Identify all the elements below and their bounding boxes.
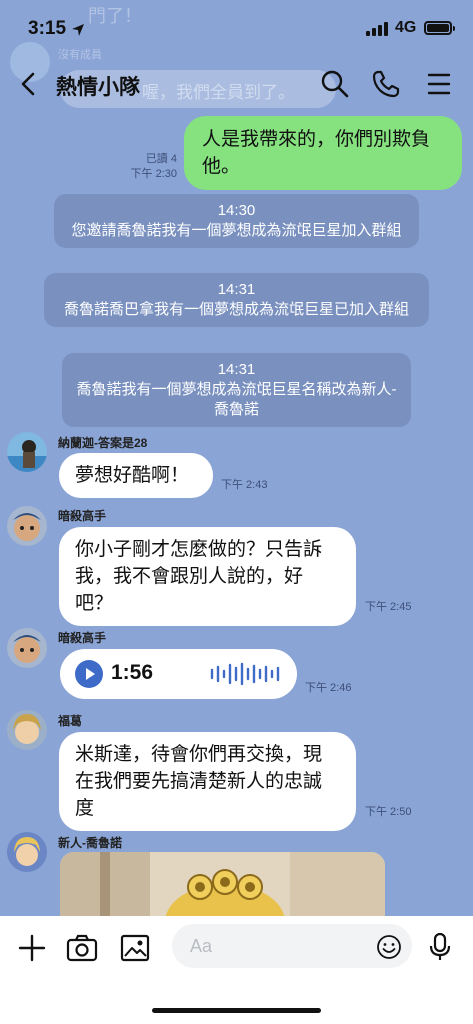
- image-message[interactable]: [60, 852, 385, 922]
- message-time: 下午 2:30: [130, 168, 177, 180]
- chat-title[interactable]: 熱情小隊: [56, 71, 140, 101]
- sender-name: 福葛: [58, 714, 83, 728]
- sender-name: 納蘭迦-答案是28: [58, 436, 148, 450]
- signal-icon: [366, 22, 388, 36]
- emoji-icon[interactable]: [376, 934, 402, 960]
- play-icon[interactable]: [75, 660, 103, 688]
- waveform-icon: [210, 662, 280, 686]
- search-icon[interactable]: [319, 68, 351, 100]
- read-receipt: 已讀 4: [145, 153, 177, 165]
- status-time: 3:15: [28, 18, 67, 39]
- battery-icon: [424, 21, 455, 35]
- system-message-time: 14:31: [217, 361, 256, 378]
- plus-icon[interactable]: [17, 933, 47, 963]
- input-bar: [0, 916, 473, 1024]
- message-time: 下午 2:43: [221, 479, 268, 491]
- avatar[interactable]: [7, 506, 47, 546]
- avatar[interactable]: [7, 628, 47, 668]
- sender-name: 暗殺高手: [58, 509, 107, 523]
- location-arrow-icon: [72, 24, 84, 36]
- sender-name: 暗殺高手: [58, 631, 107, 645]
- voice-duration: 1:56: [111, 661, 154, 684]
- mic-icon[interactable]: [428, 932, 452, 962]
- avatar[interactable]: [7, 432, 47, 472]
- home-indicator: [152, 1008, 321, 1013]
- message-bubble[interactable]: 夢想好酷啊！: [59, 453, 213, 498]
- message-time: 下午 2:46: [305, 682, 352, 694]
- phone-icon[interactable]: [370, 68, 402, 100]
- message-meta: 已讀 4 下午 2:30: [100, 152, 177, 182]
- message-time: 下午 2:45: [365, 601, 412, 613]
- image-icon[interactable]: [120, 933, 150, 963]
- network-label: 4G: [395, 19, 417, 36]
- message-text: 夢想好酷啊！: [75, 465, 190, 486]
- system-message-text: 您邀請喬魯諾我有一個夢想成為流氓巨星加入群組: [71, 222, 402, 239]
- message-time: 下午 2:50: [365, 806, 412, 818]
- avatar[interactable]: [7, 832, 47, 872]
- menu-icon[interactable]: [423, 68, 455, 100]
- chat-header: 熱情小隊: [0, 58, 473, 110]
- back-arrow-icon[interactable]: [14, 68, 44, 100]
- system-message-text: 喬魯諾喬巴拿我有一個夢想成為流氓巨星已加入群組: [63, 301, 409, 318]
- message-text: 米斯達，待會你們再交換，現在我們要先搞清楚新人的忠誠度: [75, 744, 323, 819]
- faded-message-text: 門了！: [88, 6, 142, 26]
- message-bubble[interactable]: 米斯達，待會你們再交換，現在我們要先搞清楚新人的忠誠度: [59, 732, 356, 831]
- system-message: 14:31 喬魯諾喬巴拿我有一個夢想成為流氓巨星已加入群組: [44, 273, 429, 327]
- system-message: 14:31 喬魯諾我有一個夢想成為流氓巨星名稱改為新人-喬魯諾: [62, 353, 411, 427]
- sender-name: 新人-喬魯諾: [58, 836, 122, 850]
- system-message-time: 14:31: [217, 281, 256, 298]
- message-bubble[interactable]: 你小子剛才怎麼做的？只告訴我，我不會跟別人說的，好吧？: [59, 527, 356, 626]
- system-message-time: 14:30: [217, 202, 256, 219]
- system-message-text: 喬魯諾我有一個夢想成為流氓巨星名稱改為新人-喬魯諾: [76, 381, 397, 418]
- camera-icon[interactable]: [66, 933, 98, 963]
- message-text: 你小子剛才怎麼做的？只告訴我，我不會跟別人說的，好吧？: [75, 539, 323, 614]
- avatar[interactable]: [7, 710, 47, 750]
- my-message-text: 人是我帶來的，你們別欺負他。: [202, 129, 431, 177]
- system-message: 14:30 您邀請喬魯諾我有一個夢想成為流氓巨星加入群組: [54, 194, 419, 248]
- my-message-bubble[interactable]: 人是我帶來的，你們別欺負他。: [184, 116, 462, 190]
- voice-message-bubble[interactable]: 1:56: [60, 649, 297, 699]
